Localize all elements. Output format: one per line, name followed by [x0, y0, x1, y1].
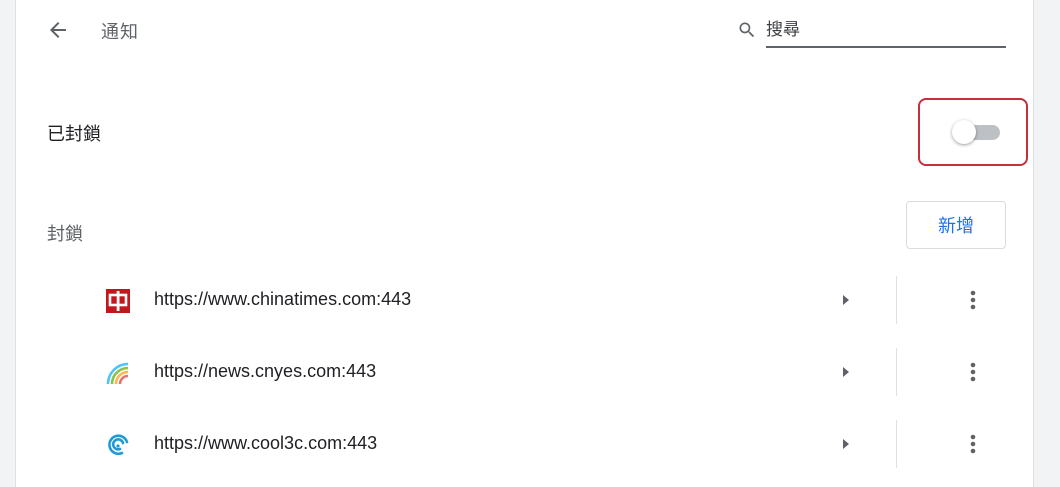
more-actions-button[interactable]	[960, 358, 986, 386]
site-url: https://news.cnyes.com:443	[154, 361, 377, 381]
more-vert-icon	[970, 434, 976, 454]
chinatimes-icon	[106, 289, 130, 313]
more-actions-button[interactable]	[960, 430, 986, 458]
site-row[interactable]: https://news.cnyes.com:443	[16, 336, 1033, 408]
cnyes-icon	[106, 362, 129, 385]
add-site-button[interactable]: 新增	[906, 201, 1006, 249]
blocked-toggle[interactable]	[952, 120, 1002, 144]
row-divider	[896, 420, 897, 468]
site-details-button[interactable]	[834, 288, 858, 312]
blocked-site-list: https://www.chinatimes.com:443 https://n…	[16, 264, 1033, 480]
search-input[interactable]	[766, 14, 1006, 48]
row-divider	[896, 276, 897, 324]
arrow-right-icon	[843, 295, 849, 305]
page-header: 通知	[16, 0, 1033, 60]
page-title: 通知	[101, 22, 139, 43]
more-vert-icon	[970, 362, 976, 382]
cool3c-icon	[108, 434, 129, 455]
search-icon[interactable]	[737, 20, 757, 40]
block-section-header: 封鎖 新增	[16, 200, 1033, 250]
site-url: https://www.chinatimes.com:443	[154, 289, 412, 309]
settings-page: 通知 已封鎖 封鎖 新增 https://www.chinatimes.com:…	[16, 0, 1033, 487]
site-details-button[interactable]	[834, 360, 858, 384]
more-actions-button[interactable]	[960, 286, 986, 314]
back-button[interactable]	[42, 14, 74, 46]
blocked-label: 已封鎖	[47, 124, 101, 145]
arrow-back-icon	[50, 22, 66, 38]
site-url: https://www.cool3c.com:443	[154, 433, 378, 453]
toggle-knob	[952, 120, 976, 144]
blocked-setting-row: 已封鎖	[16, 98, 1033, 166]
arrow-right-icon	[843, 439, 849, 449]
site-row[interactable]: https://www.chinatimes.com:443	[16, 264, 1033, 336]
site-details-button[interactable]	[834, 432, 858, 456]
more-vert-icon	[970, 290, 976, 310]
block-section-label: 封鎖	[47, 224, 83, 245]
search-box	[734, 14, 1006, 48]
site-row[interactable]: https://www.cool3c.com:443	[16, 408, 1033, 480]
arrow-right-icon	[843, 367, 849, 377]
row-divider	[896, 348, 897, 396]
